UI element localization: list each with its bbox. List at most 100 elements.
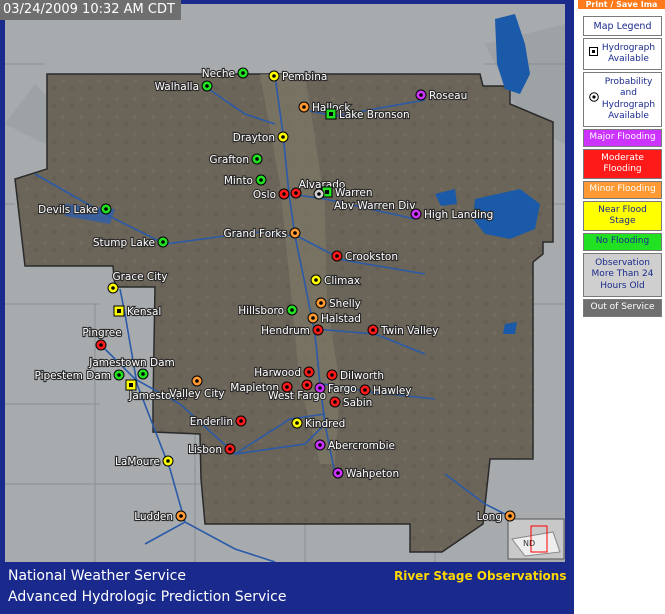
gauge-label: Halstad — [321, 313, 361, 325]
gauge-label: Abercrombie — [328, 440, 395, 452]
gauge-label: Abv Warren Div — [334, 200, 415, 212]
legend-item-label: Observation More Than 24 Hours Old — [591, 257, 654, 291]
gauge-label: Hillsboro — [238, 305, 284, 317]
gauge-lake-bronson[interactable]: Lake Bronson — [325, 108, 411, 122]
legend-item-major: Major Flooding — [583, 129, 662, 147]
print-save-button[interactable]: Print / Save Ima — [578, 0, 665, 9]
gauge-label: Hawley — [373, 385, 412, 397]
gauge-center-dot — [317, 192, 321, 196]
gauge-center-dot — [241, 71, 245, 75]
gauge-label: Minto — [224, 175, 253, 187]
gauge-label: Roseau — [429, 90, 467, 102]
gauge-label: Long — [477, 511, 502, 523]
gauge-center-dot — [228, 447, 232, 451]
gauge-center-dot — [255, 157, 259, 161]
gauge-center-dot — [419, 93, 423, 97]
gauge-center-dot — [129, 383, 133, 387]
legend-item-old: Observation More Than 24 Hours Old — [583, 253, 662, 297]
legend-item-oos: Out of Service — [583, 299, 662, 317]
gauge-center-dot — [99, 343, 103, 347]
river-stage-map[interactable]: ND Neche Pembina Walhalla Hallock Roseau Lake… — [5, 4, 565, 562]
gauge-center-dot — [329, 112, 333, 116]
gauge-center-dot — [195, 379, 199, 383]
gauge-label: Grand Forks — [223, 228, 287, 240]
gauge-center-dot — [281, 135, 285, 139]
gauge-long[interactable]: Long — [475, 510, 516, 524]
gauge-center-dot — [336, 471, 340, 475]
gauge-center-dot — [166, 459, 170, 463]
gauge-label: Pipestem Dam — [34, 370, 111, 382]
gauge-center-dot — [414, 212, 418, 216]
gauge-center-dot — [371, 328, 375, 332]
gauge-center-dot — [104, 207, 108, 211]
gauge-center-dot — [302, 105, 306, 109]
gauge-label: Twin Valley — [380, 325, 438, 337]
gauge-center-dot — [294, 191, 298, 195]
gauge-center-dot — [293, 231, 297, 235]
gauge-center-dot — [282, 192, 286, 196]
legend-items: Hydrograph Available Probability and Hydr… — [583, 38, 662, 317]
legend-item-near: Near Flood Stage — [583, 201, 662, 231]
gauge-label: Oslo — [253, 189, 276, 201]
inset-locator-map[interactable]: ND — [507, 518, 565, 560]
legend-item-label: Out of Service — [590, 302, 655, 313]
nws-title: National Weather Service — [8, 568, 186, 584]
gauge-high-landing[interactable]: High Landing — [410, 208, 494, 222]
gauge-center-dot — [161, 240, 165, 244]
gauge-sabin[interactable]: Sabin — [329, 396, 373, 410]
gauge-center-dot — [117, 373, 121, 377]
gauge-center-dot — [305, 383, 309, 387]
gauge-label: Lisbon — [188, 444, 222, 456]
gauge-kensal[interactable]: Kensal — [113, 305, 162, 319]
gauge-warren[interactable]: Warren — [321, 186, 374, 200]
gauge-label: Lake Bronson — [339, 109, 410, 121]
gauge-label: West Fargo — [268, 390, 326, 402]
gauge-label: High Landing — [424, 209, 493, 221]
legend-item-label: Major Flooding — [589, 132, 656, 143]
legend-item-prob: Probability and Hydrograph Available — [583, 72, 662, 127]
legend-item-minor: Minor Flooding — [583, 181, 662, 199]
gauge-label: LaMoure — [115, 456, 160, 468]
gauge-label: Grace City — [112, 271, 167, 283]
gauge-center-dot — [141, 372, 145, 376]
gauge-label: Jamestown Dam — [88, 357, 175, 369]
gauge-center-dot — [363, 388, 367, 392]
gauge-label: Harwood — [254, 367, 301, 379]
legend-item-label: Moderate Flooding — [601, 152, 644, 175]
gauge-label: Sabin — [343, 397, 372, 409]
gauge-label: Pembina — [282, 71, 327, 83]
gauge-center-dot — [333, 400, 337, 404]
gauge-label: Hendrum — [261, 325, 310, 337]
gauge-label: Dilworth — [340, 370, 384, 382]
legend-item-label: No Flooding — [595, 236, 650, 247]
observation-timestamp: 03/24/2009 10:32 AM CDT — [0, 0, 181, 20]
map-legend: Map Legend Hydrograph Available Probabili… — [583, 16, 662, 319]
gauge-label: Grafton — [209, 154, 249, 166]
gauge-label: Pingree — [82, 327, 121, 339]
gauge-label: Drayton — [233, 132, 275, 144]
probability-circle-icon — [589, 92, 599, 107]
gauge-center-dot — [319, 301, 323, 305]
inset-label: ND — [523, 539, 535, 548]
gauge-center-dot — [307, 370, 311, 374]
gauge-center-dot — [285, 385, 289, 389]
legend-item-none: No Flooding — [583, 233, 662, 251]
hydrograph-square-icon — [589, 47, 598, 61]
gauge-center-dot — [330, 373, 334, 377]
gauge-center-dot — [205, 84, 209, 88]
gauge-center-dot — [508, 514, 512, 518]
gauge-label: Devils Lake — [38, 204, 98, 216]
gauge-minto[interactable]: Minto — [223, 174, 267, 188]
gauge-label: Shelly — [329, 298, 361, 310]
gauge-center-dot — [311, 316, 315, 320]
gauge-label: Climax — [324, 275, 360, 287]
gauge-label: Valley City — [169, 388, 224, 400]
gauge-oslo[interactable]: Oslo — [252, 188, 290, 202]
gauge-pipestem-dam[interactable]: Pipestem Dam — [33, 369, 125, 383]
gauge-shelly[interactable]: Shelly — [315, 297, 362, 311]
legend-item-hydrograph: Hydrograph Available — [583, 38, 662, 70]
gauge-center-dot — [335, 254, 339, 258]
gauge-label: Fargo — [328, 383, 357, 395]
gauge-label: Wahpeton — [346, 468, 399, 480]
gauge-center-dot — [239, 419, 243, 423]
